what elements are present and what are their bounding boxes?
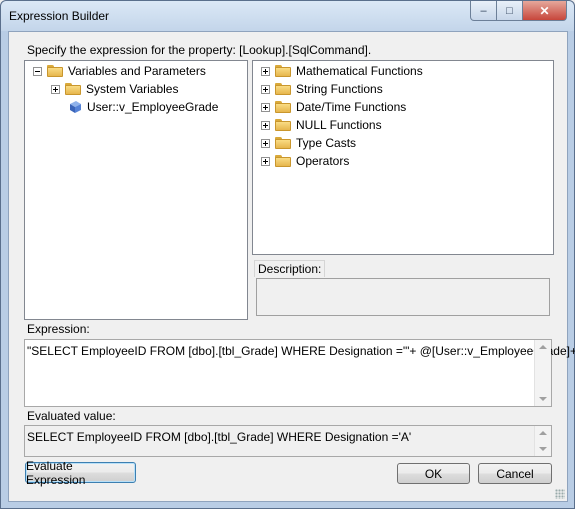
ok-button[interactable]: OK — [397, 463, 470, 484]
minimize-button[interactable]: – — [470, 1, 497, 21]
property-prompt: Specify the expression for the property:… — [27, 43, 372, 57]
scroll-up-icon[interactable] — [539, 345, 547, 349]
expression-label: Expression: — [27, 322, 90, 336]
expand-icon[interactable] — [261, 120, 270, 130]
tree-item-label: Operators — [296, 154, 350, 168]
tree-item-mathematical-functions[interactable]: Mathematical Functions — [261, 62, 423, 80]
window-title: Expression Builder — [9, 9, 110, 23]
scroll-up-icon[interactable] — [539, 431, 547, 435]
title-bar[interactable]: Expression Builder – □ ✕ — [1, 1, 574, 31]
expand-icon[interactable] — [261, 156, 270, 166]
expand-icon[interactable] — [261, 138, 270, 148]
folder-icon — [275, 155, 291, 167]
evaluated-value-label: Evaluated value: — [27, 409, 116, 423]
variable-icon — [70, 101, 81, 113]
evaluated-scrollbar[interactable] — [534, 426, 551, 456]
dialog-client-area: Specify the expression for the property:… — [8, 31, 575, 502]
tree-item-type-casts[interactable]: Type Casts — [261, 134, 356, 152]
resize-grip-icon[interactable] — [555, 489, 565, 499]
tree-item-null-functions[interactable]: NULL Functions — [261, 116, 382, 134]
tree-item-label: NULL Functions — [296, 118, 382, 132]
tree-item-label: String Functions — [296, 82, 383, 96]
evaluated-value-text: SELECT EmployeeID FROM [dbo].[tbl_Grade]… — [27, 430, 412, 444]
variables-tree[interactable]: Variables and Parameters System Variable… — [24, 60, 248, 320]
tree-item-label: Type Casts — [296, 136, 357, 150]
maximize-icon: □ — [506, 4, 513, 17]
folder-icon — [65, 83, 81, 95]
expression-text: "SELECT EmployeeID FROM [dbo].[tbl_Grade… — [27, 344, 575, 358]
tree-item-system-variables[interactable]: System Variables — [51, 80, 178, 98]
expression-builder-window: Expression Builder – □ ✕ Specify the exp… — [0, 0, 575, 509]
scroll-down-icon[interactable] — [539, 397, 547, 401]
description-box — [256, 278, 550, 316]
collapse-icon[interactable] — [33, 66, 42, 76]
tree-item-label: User::v_EmployeeGrade — [87, 100, 219, 114]
folder-icon — [275, 119, 291, 131]
tree-item-user-variable[interactable]: User::v_EmployeeGrade — [68, 98, 218, 116]
minimize-icon: – — [480, 4, 487, 17]
tree-item-label: Variables and Parameters — [68, 64, 206, 78]
expression-scrollbar[interactable] — [534, 340, 551, 406]
close-button[interactable]: ✕ — [522, 1, 567, 21]
tree-item-operators[interactable]: Operators — [261, 152, 349, 170]
functions-tree[interactable]: Mathematical Functions String Functions … — [252, 60, 554, 255]
scroll-down-icon[interactable] — [539, 447, 547, 451]
evaluated-value-box: SELECT EmployeeID FROM [dbo].[tbl_Grade]… — [24, 425, 552, 457]
folder-icon — [275, 83, 291, 95]
cancel-button[interactable]: Cancel — [478, 463, 552, 484]
folder-icon — [275, 101, 291, 113]
tree-item-variables-and-parameters[interactable]: Variables and Parameters — [33, 62, 206, 80]
tree-item-label: Date/Time Functions — [296, 100, 407, 114]
tree-item-label: Mathematical Functions — [296, 64, 423, 78]
folder-icon — [47, 65, 63, 77]
expand-icon[interactable] — [51, 84, 60, 94]
tree-item-date-time-functions[interactable]: Date/Time Functions — [261, 98, 406, 116]
expand-icon[interactable] — [261, 66, 270, 76]
tree-item-label: System Variables — [86, 82, 179, 96]
expression-input[interactable]: "SELECT EmployeeID FROM [dbo].[tbl_Grade… — [24, 339, 575, 407]
description-label: Description: — [254, 260, 326, 277]
expand-icon[interactable] — [261, 84, 270, 94]
maximize-button[interactable]: □ — [496, 1, 523, 21]
tree-item-string-functions[interactable]: String Functions — [261, 80, 383, 98]
expand-icon[interactable] — [261, 102, 270, 112]
evaluate-expression-button[interactable]: Evaluate Expression — [25, 459, 136, 487]
close-icon: ✕ — [539, 3, 550, 18]
folder-icon — [275, 65, 291, 77]
folder-icon — [275, 137, 291, 149]
